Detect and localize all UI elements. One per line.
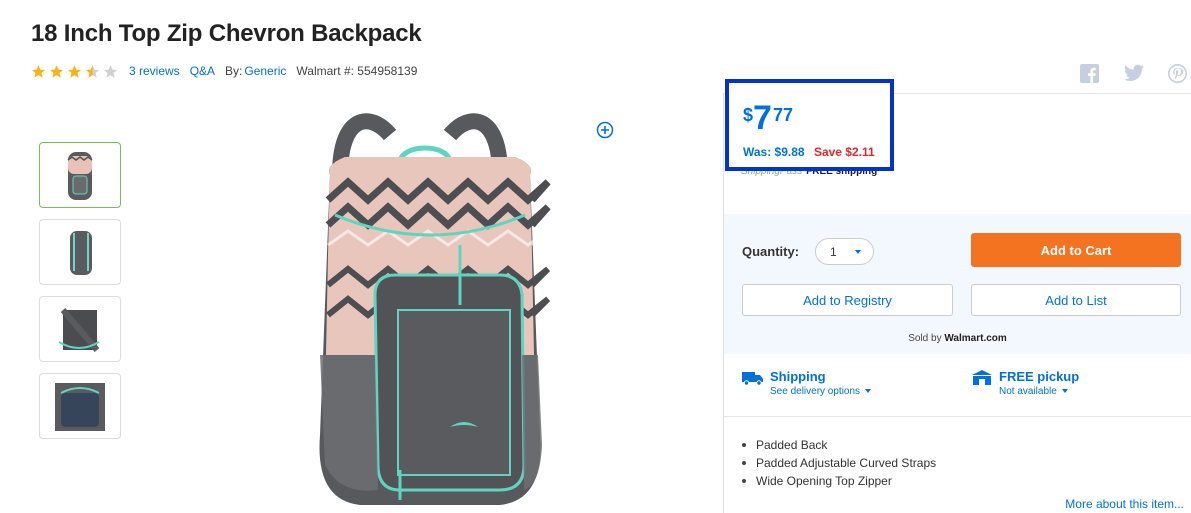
price-highlight-box: $ 7 77 Was: $9.88 Save $2.11 (725, 79, 894, 171)
thumbnail-list (39, 142, 121, 450)
chevron-down-icon (1061, 389, 1068, 394)
quantity-label: Quantity: (742, 244, 800, 259)
shipping-title: Shipping (770, 369, 826, 384)
thumbnail-interior[interactable] (39, 373, 121, 439)
truck-icon (742, 372, 763, 386)
store-icon (972, 370, 992, 385)
quantity-select[interactable]: 1 (815, 238, 874, 265)
list-item: Padded Adjustable Curved Straps (742, 456, 936, 470)
add-to-registry-button[interactable]: Add to Registry (742, 284, 953, 316)
features-divider (724, 416, 1191, 417)
chevron-down-icon (855, 250, 861, 254)
feature-list: Padded Back Padded Adjustable Curved Str… (742, 438, 936, 492)
shipping-option[interactable]: Shipping See delivery options (742, 369, 872, 397)
delivery-options-link[interactable]: See delivery options (770, 386, 872, 397)
pickup-option[interactable]: FREE pickup Not available (971, 369, 1079, 397)
list-item: Padded Back (742, 438, 936, 452)
product-meta: 3 reviews Q&A By: Generic Walmart #: 554… (31, 62, 417, 80)
qa-link[interactable]: Q&A (190, 64, 215, 78)
price-currency: $ (743, 105, 754, 125)
walmart-number: Walmart #: 554958139 (296, 64, 418, 78)
current-price: $ 7 77 (743, 101, 793, 135)
rating-stars[interactable] (31, 64, 121, 79)
pickup-title: FREE pickup (999, 369, 1080, 384)
chevron-down-icon (865, 389, 872, 394)
list-item: Wide Opening Top Zipper (742, 474, 936, 488)
price-cents: 77 (772, 105, 793, 125)
sold-by-prefix: Sold by (908, 333, 942, 344)
star-icon (31, 64, 46, 79)
price-dollars: 7 (753, 99, 772, 137)
zoom-in-icon[interactable] (596, 121, 614, 139)
pickup-availability-label: Not available (999, 386, 1057, 397)
seller-name[interactable]: Walmart.com (944, 333, 1006, 344)
thumbnail-front[interactable] (39, 142, 121, 208)
empty-star-icon (103, 64, 118, 79)
pinterest-icon[interactable] (1168, 64, 1187, 84)
reviews-link[interactable]: 3 reviews (129, 64, 180, 78)
was-price: Was: $9.88 (743, 145, 805, 159)
star-icon (49, 64, 64, 79)
thumbnail-back[interactable] (39, 219, 121, 285)
was-price-line: Was: $9.88 Save $2.11 (743, 145, 875, 159)
quantity-value: 1 (830, 244, 837, 259)
delivery-options-label: See delivery options (770, 386, 861, 397)
add-to-list-button[interactable]: Add to List (971, 284, 1181, 316)
more-about-item-link[interactable]: More about this item... (1065, 497, 1184, 511)
star-icon (67, 64, 82, 79)
product-title: 18 Inch Top Zip Chevron Backpack (31, 20, 422, 47)
product-image[interactable] (300, 105, 560, 513)
thumbnail-side[interactable] (39, 296, 121, 362)
save-amount: Save $2.11 (813, 145, 875, 159)
brand-link[interactable]: Generic (244, 64, 286, 78)
facebook-icon[interactable] (1080, 64, 1099, 84)
half-star-icon (85, 64, 100, 79)
by-label: By: (225, 64, 243, 78)
twitter-icon[interactable] (1124, 64, 1144, 84)
pickup-availability[interactable]: Not available (999, 386, 1079, 397)
sold-by: Sold by Walmart.com (724, 333, 1191, 344)
add-to-cart-button[interactable]: Add to Cart (971, 233, 1181, 267)
